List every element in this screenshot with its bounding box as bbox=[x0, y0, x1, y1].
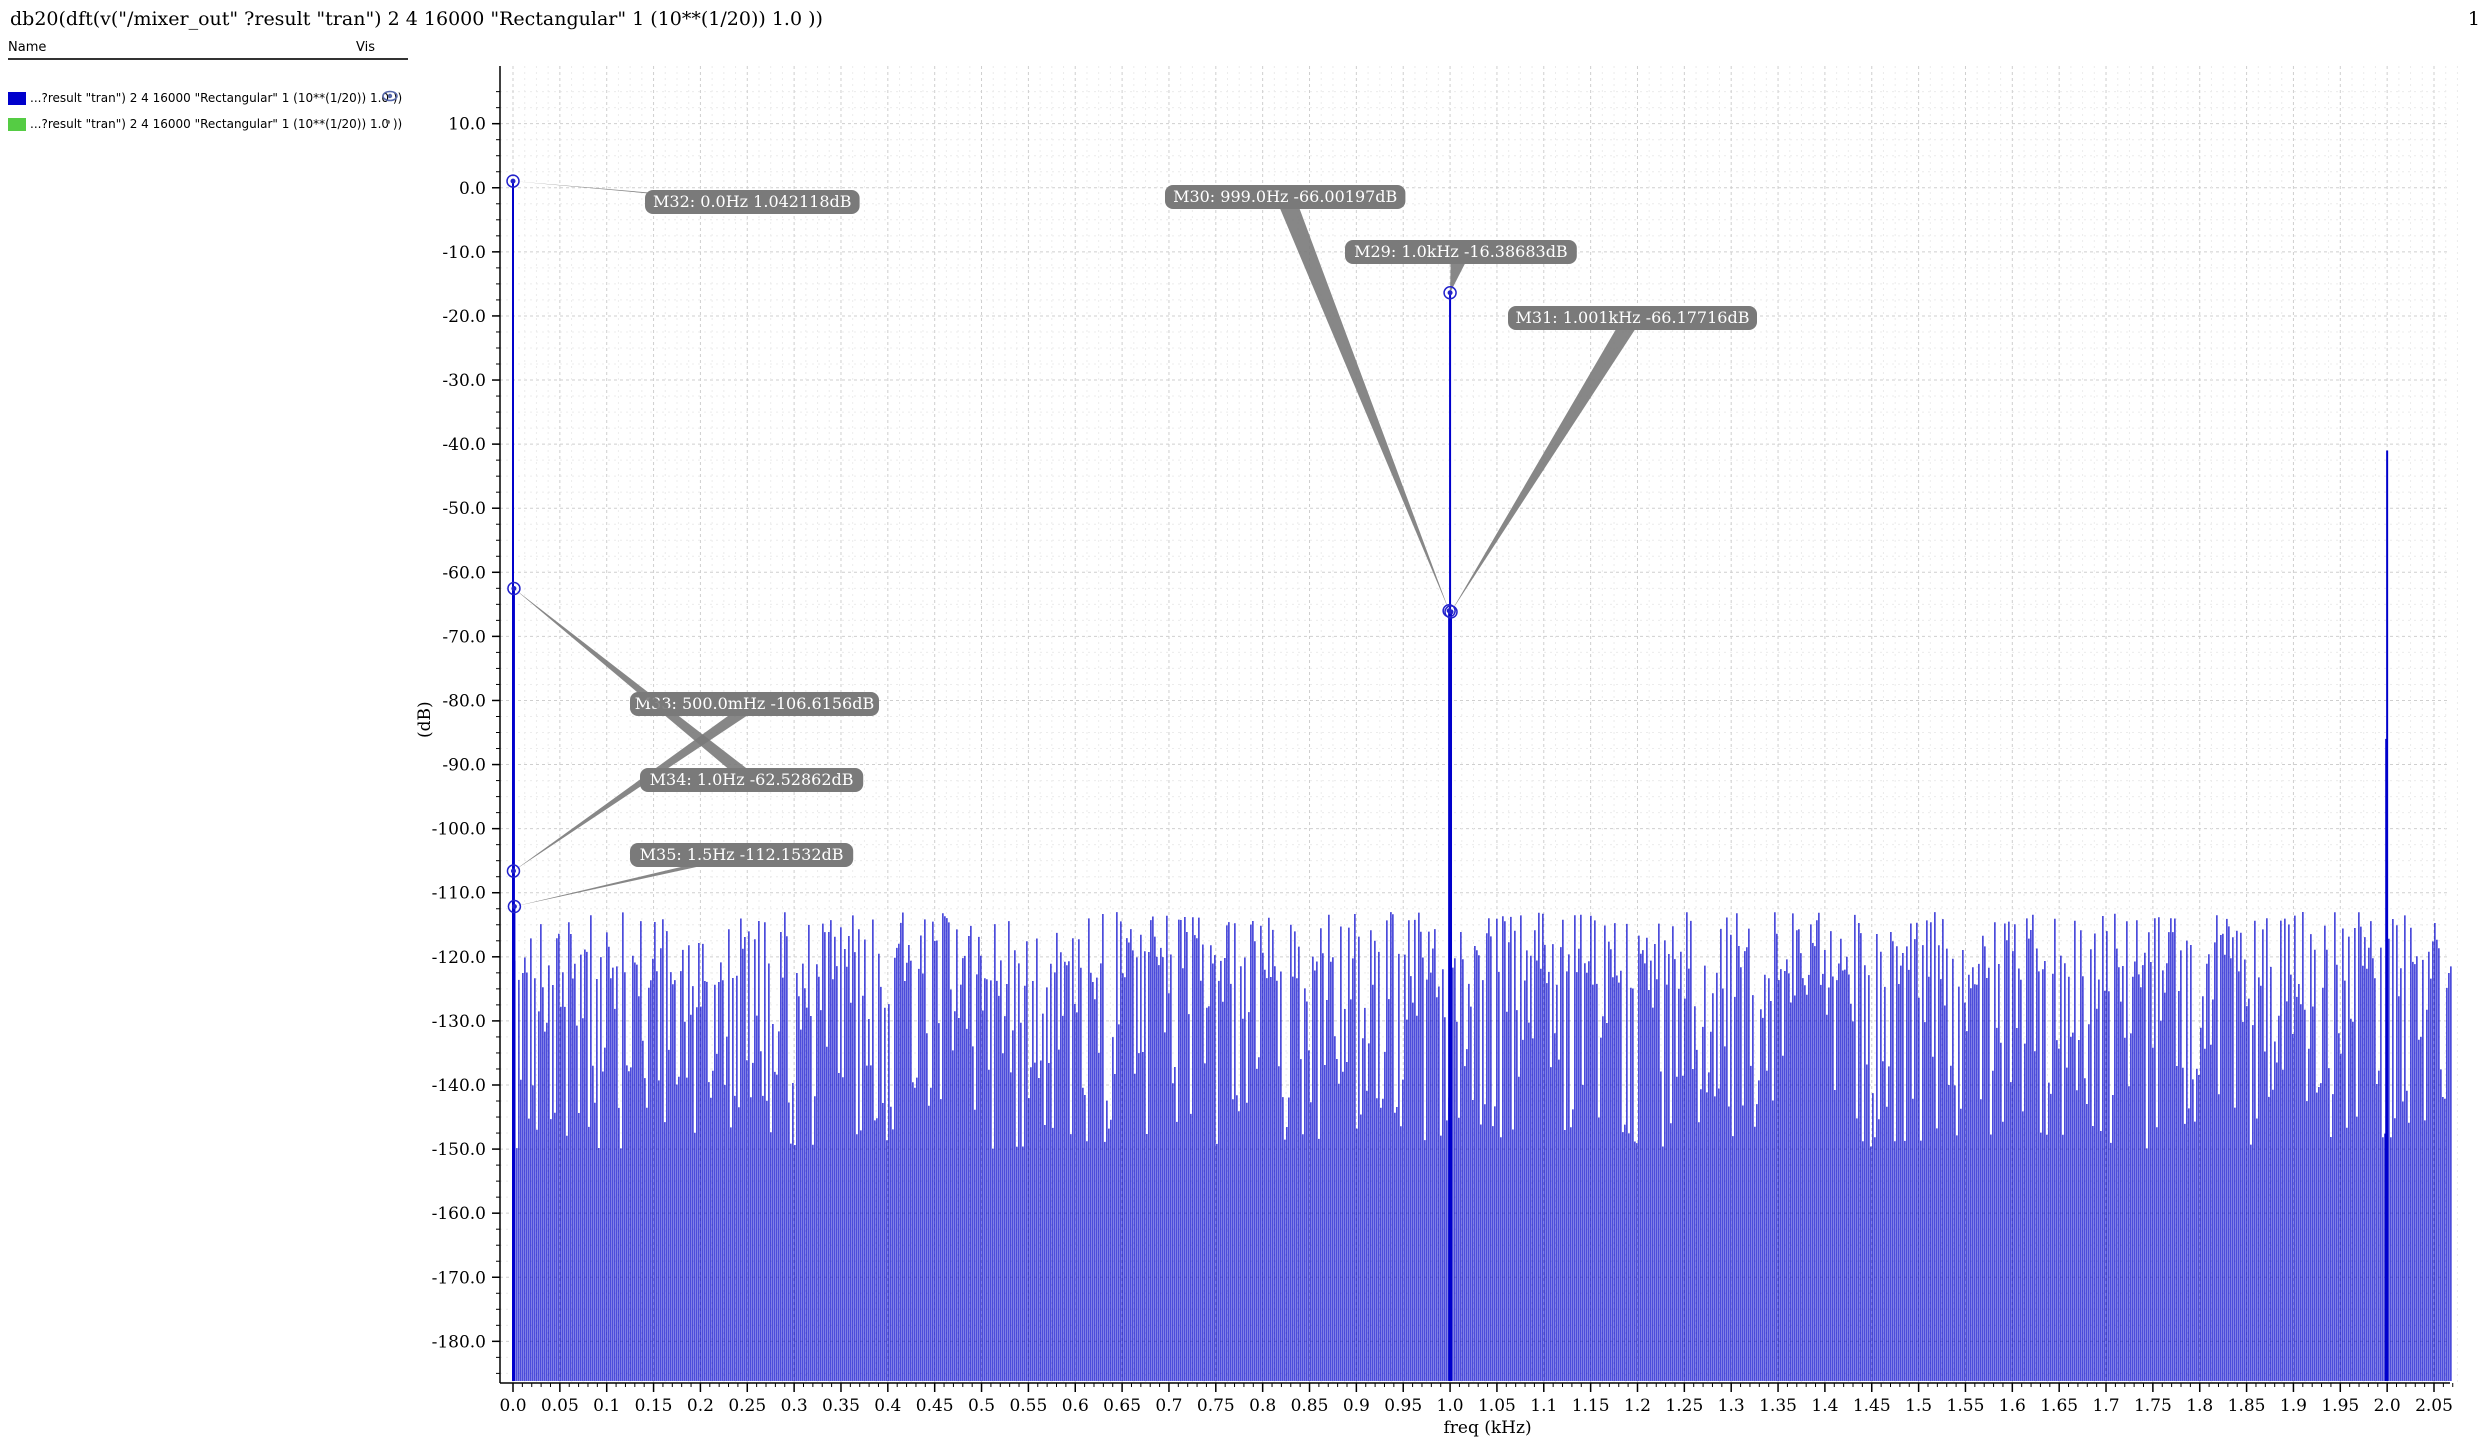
y-tick-label: -30.0 bbox=[442, 371, 486, 391]
x-tick-label: 1.85 bbox=[2228, 1396, 2266, 1416]
x-tick-label: 0.4 bbox=[874, 1396, 901, 1416]
x-tick-label: 1.35 bbox=[1759, 1396, 1797, 1416]
marker-point-center bbox=[511, 904, 517, 910]
marker-label: M35: 1.5Hz -112.1532dB bbox=[640, 845, 844, 864]
y-tick-label: -130.0 bbox=[432, 1012, 486, 1032]
x-tick-label: 1.7 bbox=[2093, 1396, 2120, 1416]
x-tick-label: 0.0 bbox=[499, 1396, 526, 1416]
x-tick-label: 0.3 bbox=[781, 1396, 808, 1416]
x-tick-label: 0.65 bbox=[1103, 1396, 1141, 1416]
x-tick-label: 0.15 bbox=[635, 1396, 673, 1416]
x-tick-label: 0.7 bbox=[1155, 1396, 1182, 1416]
y-tick-label: -10.0 bbox=[442, 243, 486, 263]
x-tick-label: 0.45 bbox=[916, 1396, 954, 1416]
x-tick-label: 0.05 bbox=[541, 1396, 579, 1416]
y-tick-label: 0.0 bbox=[459, 179, 486, 199]
marker-label: M31: 1.001kHz -66.17716dB bbox=[1516, 308, 1750, 327]
y-tick-label: -40.0 bbox=[442, 435, 486, 455]
x-tick-label: 1.0 bbox=[1437, 1396, 1464, 1416]
y-tick-label: -150.0 bbox=[432, 1140, 486, 1160]
x-tick-label: 1.5 bbox=[1905, 1396, 1932, 1416]
x-tick-label: 1.65 bbox=[2040, 1396, 2078, 1416]
x-tick-label: 1.75 bbox=[2134, 1396, 2172, 1416]
marker-label: M30: 999.0Hz -66.00197dB bbox=[1173, 187, 1397, 206]
x-tick-label: 1.6 bbox=[1999, 1396, 2026, 1416]
y-tick-label: -50.0 bbox=[442, 499, 486, 519]
marker-point-center bbox=[510, 178, 516, 184]
y-tick-label: 10.0 bbox=[448, 115, 486, 135]
x-tick-label: 1.25 bbox=[1665, 1396, 1703, 1416]
marker-point-center bbox=[1447, 290, 1453, 296]
marker-point-center bbox=[510, 868, 516, 874]
marker-point-center bbox=[1448, 609, 1454, 615]
noise-floor-bars bbox=[514, 912, 2452, 1381]
x-tick-label: 0.75 bbox=[1197, 1396, 1235, 1416]
marker-point-center bbox=[511, 585, 517, 591]
marker-label: M32: 0.0Hz 1.042118dB bbox=[653, 192, 851, 211]
x-tick-label: 0.9 bbox=[1343, 1396, 1370, 1416]
x-tick-label: 0.5 bbox=[968, 1396, 995, 1416]
y-tick-label: -180.0 bbox=[432, 1332, 486, 1352]
y-tick-label: -20.0 bbox=[442, 307, 486, 327]
y-tick-label: -140.0 bbox=[432, 1076, 486, 1096]
x-axis-label: freq (kHz) bbox=[1443, 1418, 1531, 1438]
x-tick-label: 1.4 bbox=[1811, 1396, 1838, 1416]
marker-leader bbox=[1451, 318, 1643, 612]
x-tick-label: 0.2 bbox=[687, 1396, 714, 1416]
x-tick-label: 1.3 bbox=[1718, 1396, 1745, 1416]
marker-label: M34: 1.0Hz -62.52862dB bbox=[650, 770, 854, 789]
y-tick-label: -70.0 bbox=[442, 627, 486, 647]
y-tick-label: -160.0 bbox=[432, 1204, 486, 1224]
x-tick-label: 0.8 bbox=[1249, 1396, 1276, 1416]
x-tick-label: 2.0 bbox=[2374, 1396, 2401, 1416]
x-tick-label: 1.55 bbox=[1947, 1396, 1985, 1416]
y-tick-label: -60.0 bbox=[442, 563, 486, 583]
marker-leader bbox=[513, 588, 762, 780]
spectrum-chart: 10.0 0.0 -10.0 -20.0 -30.0 -40.0 -50.0 -60.0 -70… bbox=[415, 66, 2458, 1438]
x-tick-label: 0.35 bbox=[822, 1396, 860, 1416]
x-tick-label: 0.95 bbox=[1384, 1396, 1422, 1416]
x-tick-label: 1.05 bbox=[1478, 1396, 1516, 1416]
x-tick-label: 0.6 bbox=[1062, 1396, 1089, 1416]
x-tick-label: 0.55 bbox=[1009, 1396, 1047, 1416]
y-tick-label: -110.0 bbox=[432, 884, 486, 904]
x-tick-label: 1.2 bbox=[1624, 1396, 1651, 1416]
y-tick-label: -170.0 bbox=[432, 1268, 486, 1288]
x-tick-label: 1.1 bbox=[1530, 1396, 1557, 1416]
y-tick-label: -100.0 bbox=[432, 820, 486, 840]
y-tick-label: -120.0 bbox=[432, 948, 486, 968]
marker-label: M29: 1.0kHz -16.38683dB bbox=[1354, 242, 1568, 261]
x-tick-label: 0.85 bbox=[1291, 1396, 1329, 1416]
x-tick-label: 2.05 bbox=[2415, 1396, 2453, 1416]
x-tick-label: 1.45 bbox=[1853, 1396, 1891, 1416]
x-tick-label: 0.25 bbox=[728, 1396, 766, 1416]
y-tick-label: -90.0 bbox=[442, 756, 486, 776]
x-tick-label: 1.95 bbox=[2321, 1396, 2359, 1416]
y-tick-label: -80.0 bbox=[442, 691, 486, 711]
x-tick-label: 1.15 bbox=[1572, 1396, 1610, 1416]
x-tick-label: 1.9 bbox=[2280, 1396, 2307, 1416]
x-tick-label: 1.8 bbox=[2186, 1396, 2213, 1416]
x-tick-label: 0.1 bbox=[593, 1396, 620, 1416]
y-axis-label: (dB) bbox=[415, 701, 435, 738]
